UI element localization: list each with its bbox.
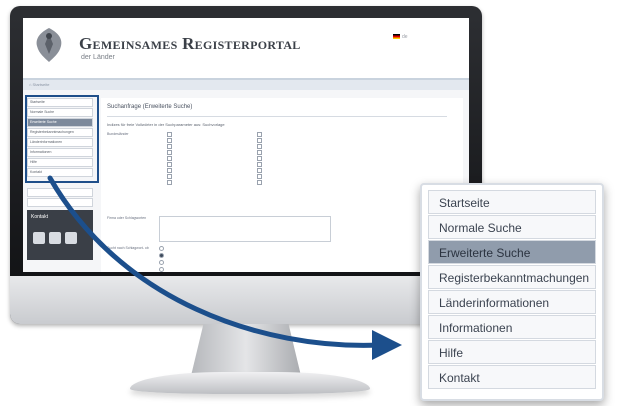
zoomed-nav-item[interactable]: Kontakt bbox=[428, 365, 596, 389]
german-flag-icon bbox=[393, 34, 400, 40]
state-checkbox[interactable] bbox=[167, 144, 172, 149]
zoomed-nav-menu: Startseite Normale Suche Erweiterte Suche R… bbox=[420, 183, 604, 401]
state-checkbox[interactable] bbox=[257, 174, 262, 179]
state-checkbox[interactable] bbox=[257, 180, 262, 185]
secondary-nav-item[interactable] bbox=[27, 188, 93, 197]
search-mode-radio[interactable] bbox=[159, 260, 164, 265]
state-checkbox[interactable] bbox=[167, 132, 172, 137]
search-mode-radio[interactable] bbox=[159, 246, 164, 251]
side-nav: Startseite Normale Suche Erweiterte Suche R… bbox=[25, 95, 99, 183]
form-hint: Indizes für freie Vollwörter in der Such… bbox=[107, 122, 225, 127]
state-checkbox[interactable] bbox=[167, 168, 172, 173]
zoomed-nav-item[interactable]: Informationen bbox=[428, 315, 596, 339]
divider bbox=[107, 116, 447, 117]
state-checkbox[interactable] bbox=[257, 144, 262, 149]
state-checkbox[interactable] bbox=[167, 150, 172, 155]
zoomed-nav-item[interactable]: Startseite bbox=[428, 190, 596, 214]
search-mode-label: Sucht nach Schlagwort- ob bbox=[107, 246, 149, 250]
keywords-label: Firma oder Schlagworten bbox=[107, 216, 147, 220]
state-checkbox[interactable] bbox=[257, 138, 262, 143]
site-subtitle: der Länder bbox=[81, 54, 115, 61]
eagle-logo-icon bbox=[36, 28, 62, 62]
state-checkbox[interactable] bbox=[257, 162, 262, 167]
state-checkbox[interactable] bbox=[167, 162, 172, 167]
home-icon[interactable]: ⌂ bbox=[29, 82, 31, 87]
zoomed-nav-list: Startseite Normale Suche Erweiterte Suche R… bbox=[428, 190, 596, 389]
breadcrumb: ⌂ Startseite bbox=[23, 80, 469, 90]
state-checkbox[interactable] bbox=[167, 138, 172, 143]
state-checkbox[interactable] bbox=[257, 168, 262, 173]
secondary-nav-item[interactable] bbox=[27, 198, 93, 207]
zoomed-nav-item[interactable]: Registerbekanntmachungen bbox=[428, 265, 596, 289]
phone-icon[interactable] bbox=[33, 232, 45, 244]
monitor-bezel bbox=[10, 276, 482, 324]
side-nav-secondary bbox=[27, 188, 93, 208]
state-checkbox[interactable] bbox=[167, 180, 172, 185]
mail-icon[interactable] bbox=[49, 232, 61, 244]
state-checkbox[interactable] bbox=[257, 156, 262, 161]
language-selector[interactable]: de bbox=[393, 34, 408, 40]
zoomed-nav-item[interactable]: Erweiterte Suche bbox=[428, 240, 596, 264]
form-title: Suchanfrage (Erweiterte Suche) bbox=[107, 104, 193, 110]
state-checkbox[interactable] bbox=[257, 132, 262, 137]
side-nav-highlight bbox=[25, 95, 99, 183]
states-label: Bundesländer bbox=[107, 132, 129, 136]
state-checkbox[interactable] bbox=[167, 174, 172, 179]
site-title: Gemeinsames Registerportal bbox=[79, 34, 301, 53]
fax-icon[interactable] bbox=[65, 232, 77, 244]
keywords-input[interactable] bbox=[159, 216, 331, 242]
zoomed-nav-item[interactable]: Länderinformationen bbox=[428, 290, 596, 314]
search-form: Suchanfrage (Erweiterte Suche) Indizes f… bbox=[101, 98, 463, 272]
state-checkbox[interactable] bbox=[167, 156, 172, 161]
site-header: Gemeinsames Registerportal der Länder de bbox=[23, 18, 469, 80]
search-mode-radio[interactable] bbox=[159, 267, 164, 272]
search-mode-radio[interactable] bbox=[159, 253, 164, 258]
breadcrumb-item[interactable]: Startseite bbox=[33, 82, 50, 87]
zoomed-nav-item[interactable]: Hilfe bbox=[428, 340, 596, 364]
kontakt-box: Kontakt bbox=[27, 210, 93, 260]
monitor-screen: Gemeinsames Registerportal der Länder de… bbox=[23, 18, 469, 272]
monitor-base bbox=[130, 372, 370, 394]
zoomed-nav-item[interactable]: Normale Suche bbox=[428, 215, 596, 239]
state-checkbox[interactable] bbox=[257, 150, 262, 155]
kontakt-title: Kontakt bbox=[31, 214, 48, 220]
